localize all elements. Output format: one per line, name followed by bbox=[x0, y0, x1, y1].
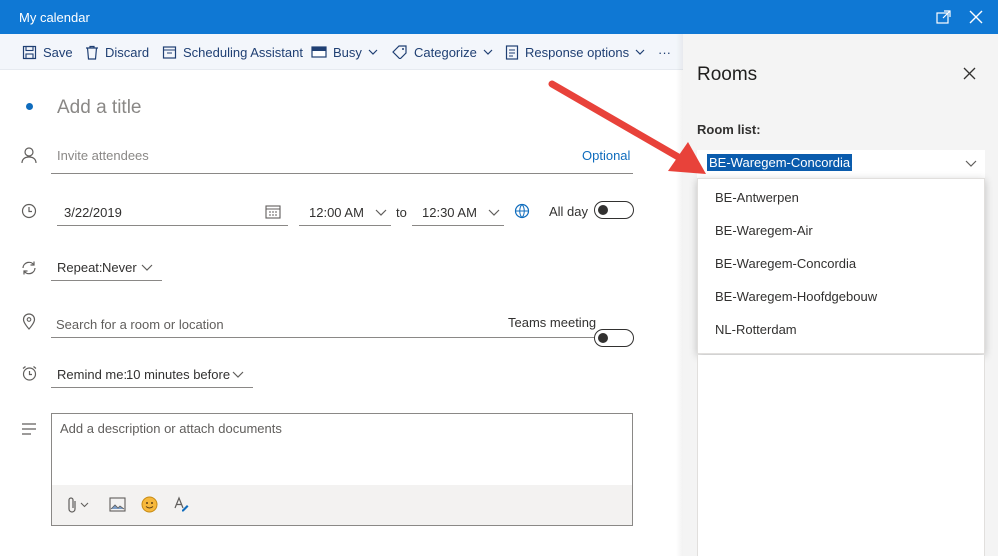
all-day-toggle[interactable] bbox=[594, 201, 634, 219]
room-list-selected-value: BE-Waregem-Concordia bbox=[707, 154, 853, 171]
save-icon bbox=[22, 45, 37, 59]
reminder-dropdown[interactable]: Remind me: 10 minutes before bbox=[51, 362, 253, 388]
scheduling-icon bbox=[162, 45, 177, 59]
rooms-results-area bbox=[697, 355, 985, 556]
close-window-icon[interactable] bbox=[965, 7, 987, 27]
categorize-dropdown[interactable]: Categorize bbox=[392, 34, 493, 70]
repeat-dropdown[interactable]: Repeat: Never bbox=[51, 255, 162, 281]
reminder-value: 10 minutes before bbox=[126, 367, 231, 382]
discard-label: Discard bbox=[105, 44, 150, 60]
room-list-options: BE-Antwerpen BE-Waregem-Air BE-Waregem-C… bbox=[697, 178, 985, 354]
reminder-label: Remind me: bbox=[57, 367, 128, 382]
start-time-dropdown[interactable]: 12:00 AM bbox=[299, 198, 391, 226]
annotation-arrow bbox=[548, 80, 706, 174]
attendees-placeholder: Invite attendees bbox=[57, 148, 149, 163]
title-input[interactable]: Add a title bbox=[57, 97, 142, 119]
teams-meeting-toggle[interactable] bbox=[594, 329, 634, 347]
save-button[interactable]: Save bbox=[22, 34, 73, 70]
tag-icon bbox=[392, 45, 407, 59]
room-option[interactable]: BE-Antwerpen bbox=[715, 190, 799, 205]
chevron-down-icon bbox=[141, 264, 153, 271]
busy-dropdown[interactable]: Busy bbox=[311, 34, 378, 70]
format-text-icon[interactable] bbox=[173, 496, 189, 513]
chevron-down-icon bbox=[368, 49, 378, 55]
date-value: 3/22/2019 bbox=[64, 205, 122, 220]
all-day-label: All day bbox=[549, 204, 589, 219]
response-options-label: Response options bbox=[525, 44, 630, 60]
time-zone-icon[interactable] bbox=[514, 203, 530, 219]
trash-icon bbox=[86, 45, 98, 60]
date-picker[interactable]: 3/22/2019 bbox=[57, 198, 288, 226]
repeat-label: Repeat: bbox=[57, 260, 103, 275]
room-option[interactable]: BE-Waregem-Concordia bbox=[715, 256, 856, 271]
person-icon bbox=[21, 147, 37, 164]
chevron-down-icon bbox=[635, 49, 645, 55]
description-placeholder: Add a description or attach documents bbox=[60, 421, 282, 436]
categorize-label: Categorize bbox=[414, 44, 477, 60]
chevron-down-icon[interactable] bbox=[80, 502, 89, 508]
description-lines-icon bbox=[22, 423, 36, 435]
chevron-down-icon bbox=[488, 209, 500, 216]
response-options-dropdown[interactable]: Response options bbox=[505, 34, 645, 70]
room-option[interactable]: NL-Rotterdam bbox=[715, 322, 797, 337]
close-panel-icon[interactable] bbox=[963, 67, 976, 80]
room-option[interactable]: BE-Waregem-Hoofdgebouw bbox=[715, 289, 877, 304]
alarm-clock-icon bbox=[22, 366, 37, 381]
location-placeholder: Search for a room or location bbox=[56, 317, 224, 332]
save-label: Save bbox=[43, 44, 73, 60]
location-field[interactable]: Search for a room or location Teams meet… bbox=[51, 310, 633, 338]
end-time-dropdown[interactable]: 12:30 AM bbox=[412, 198, 504, 226]
description-editor[interactable]: Add a description or attach documents bbox=[51, 413, 633, 526]
response-options-icon bbox=[505, 44, 519, 60]
busy-status-icon bbox=[311, 46, 327, 58]
end-time-value: 12:30 AM bbox=[422, 205, 477, 220]
discard-button[interactable]: Discard bbox=[85, 34, 149, 70]
calendar-icon[interactable] bbox=[265, 204, 281, 219]
location-pin-icon bbox=[22, 313, 36, 330]
chevron-down-icon bbox=[965, 160, 977, 167]
scheduling-label: Scheduling Assistant bbox=[183, 44, 303, 60]
command-bar: Save Discard Scheduling Assistant Busy C… bbox=[0, 34, 683, 70]
room-option[interactable]: BE-Waregem-Air bbox=[715, 223, 813, 238]
editor-toolbar bbox=[52, 485, 632, 525]
image-icon[interactable] bbox=[109, 497, 126, 512]
room-list-dropdown[interactable]: BE-Waregem-Concordia bbox=[697, 150, 985, 178]
repeat-value: Never bbox=[102, 260, 137, 275]
window-title: My calendar bbox=[19, 10, 90, 25]
teams-meeting-label: Teams meeting bbox=[508, 315, 597, 330]
chevron-down-icon bbox=[232, 371, 244, 378]
more-options-button[interactable]: ··· bbox=[658, 34, 671, 70]
chevron-down-icon bbox=[483, 49, 493, 55]
to-label: to bbox=[396, 205, 407, 220]
chevron-down-icon bbox=[375, 209, 387, 216]
scheduling-assistant-button[interactable]: Scheduling Assistant bbox=[162, 34, 303, 70]
paperclip-icon[interactable] bbox=[66, 496, 78, 514]
more-options-icon: ··· bbox=[658, 44, 671, 60]
start-time-value: 12:00 AM bbox=[309, 205, 364, 220]
repeat-icon bbox=[22, 261, 36, 275]
popout-icon[interactable] bbox=[933, 7, 955, 27]
calendar-color-dot bbox=[26, 103, 33, 110]
title-bar: My calendar bbox=[0, 0, 998, 34]
clock-icon bbox=[21, 203, 37, 219]
emoji-icon[interactable] bbox=[141, 496, 158, 513]
busy-label: Busy bbox=[333, 44, 362, 60]
